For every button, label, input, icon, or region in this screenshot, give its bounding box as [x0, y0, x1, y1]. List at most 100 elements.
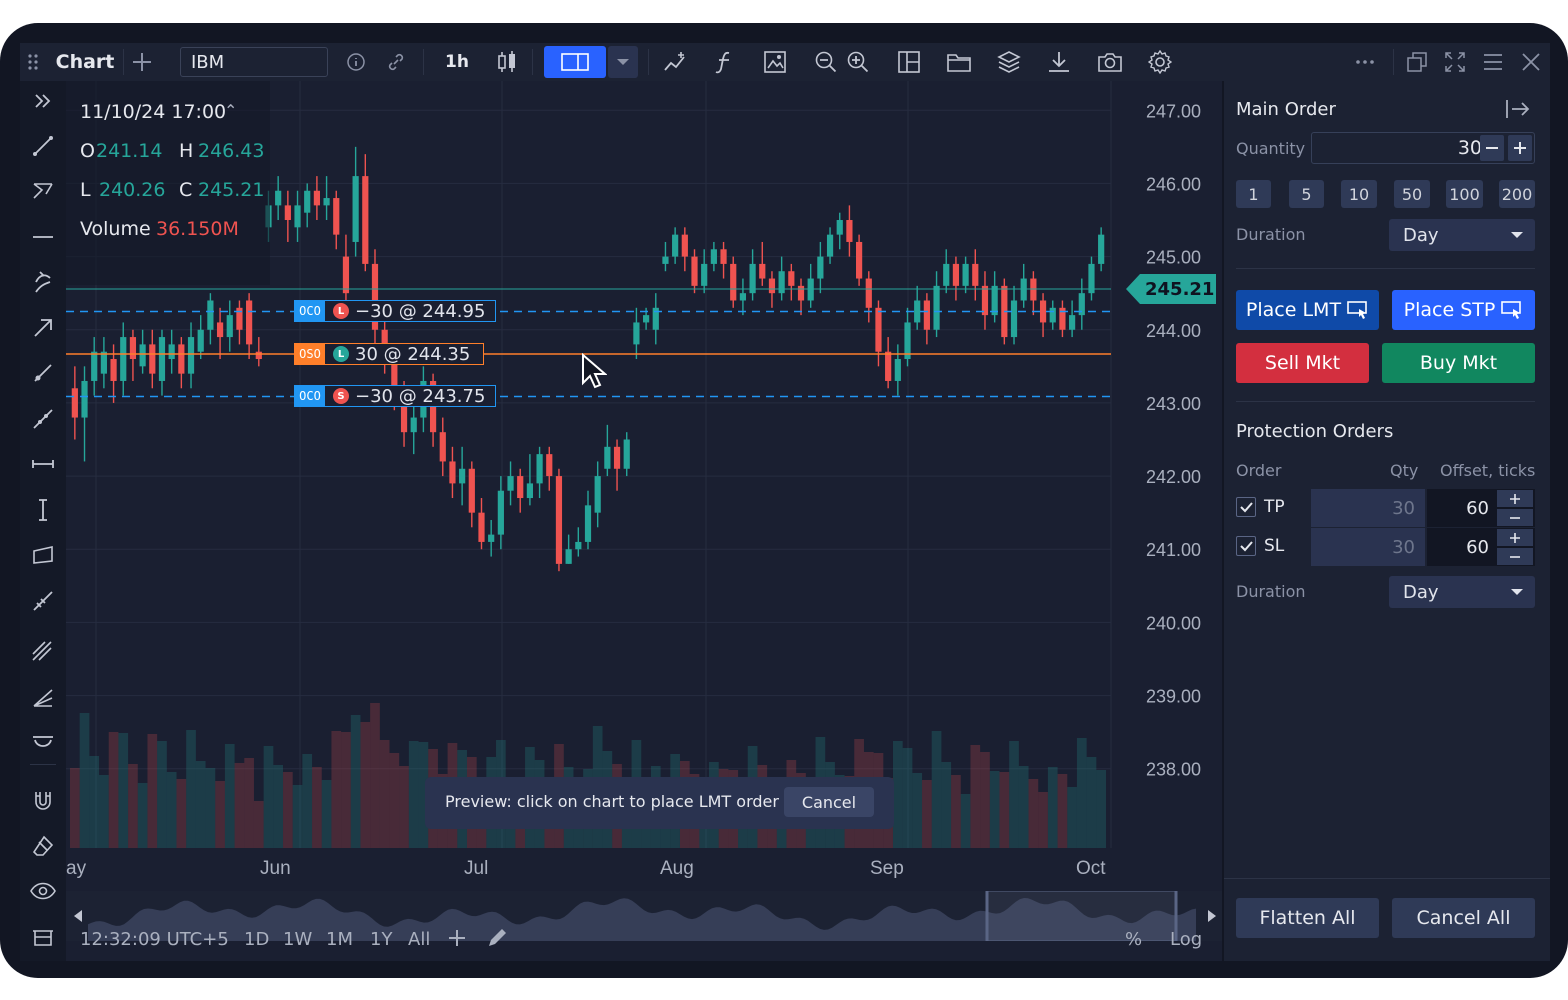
close-icon[interactable]	[1516, 43, 1546, 81]
clock-timezone[interactable]: 12:32:09 UTC+5	[80, 929, 229, 950]
tp-offset-input[interactable]: 60	[1427, 489, 1535, 527]
quick-qty-1-button[interactable]: 1	[1236, 180, 1271, 208]
flatten-all-button[interactable]: Flatten All	[1236, 898, 1379, 938]
preview-cancel-button[interactable]: Cancel	[784, 787, 874, 817]
sl-offset-increment-button[interactable]	[1497, 529, 1533, 546]
ray-icon[interactable]	[20, 353, 66, 393]
add-chart-icon[interactable]	[128, 43, 156, 81]
quantity-decrement-button[interactable]	[1480, 135, 1504, 161]
protection-duration-select[interactable]: Day	[1389, 576, 1535, 608]
quantity-increment-button[interactable]	[1508, 135, 1532, 161]
arrow-icon[interactable]	[20, 308, 66, 348]
scroll-right-icon[interactable]	[1204, 891, 1220, 941]
extended-line-icon[interactable]	[20, 399, 66, 439]
candle-body	[565, 549, 572, 564]
symbol-search-input[interactable]: IBM	[180, 47, 328, 77]
camera-icon[interactable]	[1094, 43, 1126, 81]
fullscreen-icon[interactable]	[1440, 43, 1470, 81]
interval-button[interactable]: 1h	[440, 43, 474, 81]
function-icon[interactable]	[710, 43, 740, 81]
order-line-icon[interactable]	[20, 262, 66, 302]
magnet-icon[interactable]	[20, 781, 66, 821]
pitchfork-icon[interactable]	[20, 171, 66, 211]
candle	[594, 461, 601, 528]
add-range-icon[interactable]	[448, 929, 466, 951]
quick-qty-100-button[interactable]: 100	[1446, 180, 1483, 208]
menu-icon[interactable]	[1478, 43, 1508, 81]
download-icon[interactable]	[1044, 43, 1074, 81]
quantity-input[interactable]: 30	[1311, 132, 1535, 164]
candle-body	[933, 285, 940, 330]
navigator[interactable]	[66, 891, 1222, 941]
info-icon[interactable]	[342, 43, 370, 81]
quick-qty-5-button[interactable]: 5	[1289, 180, 1324, 208]
brush-icon[interactable]	[20, 581, 66, 621]
quick-qty-10-button[interactable]: 10	[1341, 180, 1377, 208]
tp-offset-decrement-button[interactable]	[1497, 509, 1533, 526]
buy-mkt-button[interactable]: Buy Mkt	[1382, 343, 1535, 383]
collapse-chevron-icon[interactable]: ⌃	[224, 101, 237, 120]
duration-select[interactable]: Day	[1389, 219, 1535, 251]
volume-bar	[118, 733, 129, 848]
popout-icon[interactable]	[1402, 43, 1432, 81]
range-all-button[interactable]: All	[408, 929, 430, 950]
link-icon[interactable]	[382, 43, 410, 81]
legend-volume-value: 36.150M	[156, 218, 239, 240]
tp-checkbox[interactable]	[1236, 497, 1256, 517]
order-tag-take-profit[interactable]: OCO L −30 @ 244.95	[294, 300, 496, 322]
indicators-icon[interactable]	[660, 43, 690, 81]
template-icon[interactable]	[760, 43, 790, 81]
sl-offset-decrement-button[interactable]	[1497, 548, 1533, 565]
more-icon[interactable]	[1350, 43, 1380, 81]
range-1w-button[interactable]: 1W	[283, 929, 312, 950]
measure-line-icon[interactable]	[20, 444, 66, 484]
cancel-all-button[interactable]: Cancel All	[1392, 898, 1535, 938]
layout-icon[interactable]	[894, 43, 924, 81]
tp-offset-increment-button[interactable]	[1497, 490, 1533, 507]
percent-scale-button[interactable]: %	[1125, 929, 1142, 950]
panel-dropdown-button[interactable]	[608, 46, 638, 78]
quick-qty-200-button[interactable]: 200	[1499, 180, 1535, 208]
candles-icon[interactable]	[492, 43, 522, 81]
rectangle-icon[interactable]	[20, 535, 66, 575]
sell-mkt-button[interactable]: Sell Mkt	[1236, 343, 1369, 383]
candle-body	[352, 176, 359, 242]
trend-line-icon[interactable]	[20, 126, 66, 166]
layers-icon[interactable]	[994, 43, 1024, 81]
zoom-in-icon[interactable]	[844, 43, 872, 81]
eye-icon[interactable]	[20, 871, 66, 911]
order-tag-main-limit[interactable]: OSO L 30 @ 244.35	[294, 343, 484, 365]
trash-stack-icon[interactable]	[20, 917, 66, 957]
settings-gear-icon[interactable]	[1145, 43, 1175, 81]
pencil-icon[interactable]	[487, 928, 507, 952]
eraser-icon[interactable]	[20, 826, 66, 866]
zoom-out-icon[interactable]	[812, 43, 840, 81]
sl-checkbox[interactable]	[1236, 536, 1256, 556]
candle-body	[275, 190, 282, 206]
chart-tab-label[interactable]: Chart	[50, 43, 120, 81]
collapse-panel-icon[interactable]	[1506, 99, 1530, 123]
candle	[710, 241, 717, 272]
quick-qty-50-button[interactable]: 50	[1394, 180, 1430, 208]
range-1d-button[interactable]: 1D	[244, 929, 269, 950]
horizontal-line-icon[interactable]	[20, 217, 66, 257]
place-lmt-button[interactable]: Place LMT	[1236, 290, 1379, 330]
expand-icon[interactable]	[20, 81, 66, 121]
sl-offset-input[interactable]: 60	[1427, 528, 1535, 566]
range-1m-button[interactable]: 1M	[326, 929, 353, 950]
range-1y-button[interactable]: 1Y	[370, 929, 392, 950]
drag-handle-icon[interactable]	[22, 43, 44, 81]
place-stp-button[interactable]: Place STP	[1392, 290, 1535, 330]
candle-body	[100, 351, 107, 374]
folder-icon[interactable]	[944, 43, 974, 81]
parallel-channel-icon[interactable]	[20, 631, 66, 671]
fan-icon[interactable]	[20, 677, 66, 717]
arc-icon[interactable]	[20, 723, 66, 763]
vertical-line-icon[interactable]	[20, 490, 66, 530]
log-scale-button[interactable]: Log	[1170, 929, 1202, 950]
candle-body	[943, 263, 950, 286]
order-tag-stop-loss[interactable]: OCO S −30 @ 243.75	[294, 385, 496, 407]
candle	[1010, 285, 1018, 345]
order-panel-toggle-button[interactable]	[544, 46, 606, 78]
chart-area[interactable]: 247.00 246.00 245.00 244.00 243.00 242.00 241.…	[66, 81, 1222, 961]
